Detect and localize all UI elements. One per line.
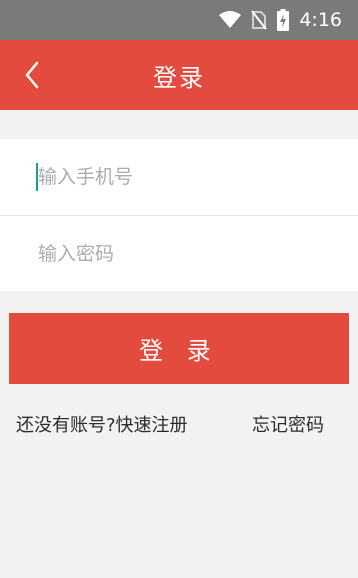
forgot-password-link[interactable]: 忘记密码	[252, 411, 324, 437]
auth-links: 还没有账号?快速注册 忘记密码	[16, 411, 324, 437]
chevron-left-icon	[25, 61, 39, 89]
login-button[interactable]: 登 录	[9, 313, 349, 384]
back-button[interactable]	[20, 59, 44, 91]
page-title: 登录	[153, 63, 205, 92]
status-bar: 4:16	[0, 0, 358, 40]
register-link[interactable]: 还没有账号?快速注册	[16, 411, 188, 437]
phone-field-row	[0, 139, 358, 215]
password-input[interactable]	[38, 233, 318, 274]
phone-input[interactable]	[38, 157, 318, 197]
wifi-icon	[219, 11, 242, 29]
login-form	[0, 139, 358, 291]
status-time: 4:16	[299, 9, 342, 31]
text-cursor	[36, 163, 38, 191]
password-field-row	[0, 215, 358, 291]
no-sim-icon	[251, 10, 268, 30]
app-bar: 登录	[0, 40, 358, 110]
battery-charging-icon	[277, 9, 290, 31]
